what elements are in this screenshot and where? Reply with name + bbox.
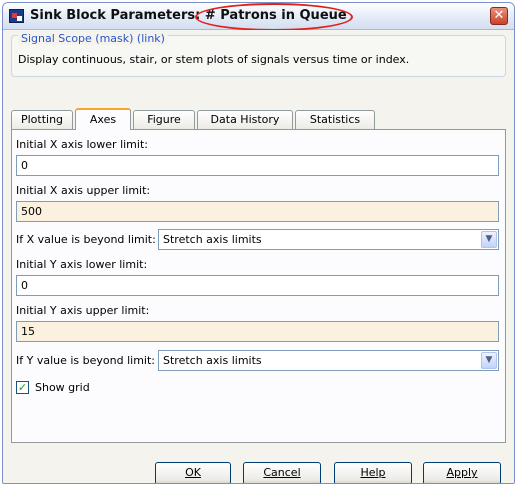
- tab-figure[interactable]: Figure: [133, 110, 195, 129]
- y-beyond-limit-value: Stretch axis limits: [163, 354, 262, 367]
- tab-plotting[interactable]: Plotting: [11, 110, 73, 129]
- help-button-label: Help: [360, 466, 386, 479]
- x-lower-limit-field[interactable]: 0: [16, 155, 499, 176]
- dialog-content: Signal Scope (mask) (link) Display conti…: [3, 30, 514, 483]
- close-icon[interactable]: ✕: [490, 7, 508, 25]
- apply-button-label: Apply: [446, 466, 478, 479]
- ok-button[interactable]: OK: [155, 462, 231, 483]
- cancel-button-label: Cancel: [263, 466, 301, 479]
- x-beyond-limit-select[interactable]: Stretch axis limits ▼: [158, 229, 499, 250]
- simulink-block-icon: [9, 9, 24, 23]
- x-lower-limit-label: Initial X axis lower limit:: [16, 138, 148, 151]
- x-upper-limit-label: Initial X axis upper limit:: [16, 184, 151, 197]
- chevron-down-icon[interactable]: ▼: [481, 231, 497, 248]
- y-lower-limit-field[interactable]: 0: [16, 275, 499, 296]
- tab-data-history[interactable]: Data History: [197, 110, 293, 129]
- help-button[interactable]: Help: [334, 462, 412, 483]
- title-prefix: Sink Block Parameters:: [30, 8, 201, 23]
- cancel-button[interactable]: Cancel: [243, 462, 321, 483]
- x-upper-limit-field[interactable]: 500: [16, 201, 499, 222]
- mask-description-group: Signal Scope (mask) (link) Display conti…: [11, 32, 506, 77]
- y-upper-limit-field[interactable]: 15: [16, 321, 499, 342]
- y-beyond-limit-label: If Y value is beyond limit:: [16, 354, 155, 367]
- y-upper-limit-label: Initial Y axis upper limit:: [16, 304, 150, 317]
- ok-button-label: OK: [185, 466, 201, 479]
- mask-description: Display continuous, stair, or stem plots…: [18, 53, 410, 66]
- chevron-down-icon[interactable]: ▼: [481, 352, 497, 369]
- y-beyond-limit-select[interactable]: Stretch axis limits ▼: [158, 350, 499, 371]
- x-beyond-limit-label: If X value is beyond limit:: [16, 233, 156, 246]
- show-grid-checkbox[interactable]: ✓: [16, 381, 29, 394]
- tab-axes[interactable]: Axes: [75, 108, 131, 130]
- sink-block-parameters-dialog: Sink Block Parameters: # Patrons in Queu…: [2, 2, 515, 484]
- title-bar[interactable]: Sink Block Parameters: # Patrons in Queu…: [3, 3, 514, 31]
- x-beyond-limit-value: Stretch axis limits: [163, 233, 262, 246]
- axes-tab-panel: Initial X axis lower limit: 0 Initial X …: [11, 129, 506, 443]
- y-lower-limit-label: Initial Y axis lower limit:: [16, 258, 148, 271]
- show-grid-label[interactable]: Show grid: [35, 381, 90, 394]
- mask-link[interactable]: Signal Scope (mask) (link): [18, 32, 168, 45]
- apply-button[interactable]: Apply: [423, 462, 501, 483]
- tab-statistics[interactable]: Statistics: [295, 110, 375, 129]
- red-highlight-ellipse: [195, 3, 353, 31]
